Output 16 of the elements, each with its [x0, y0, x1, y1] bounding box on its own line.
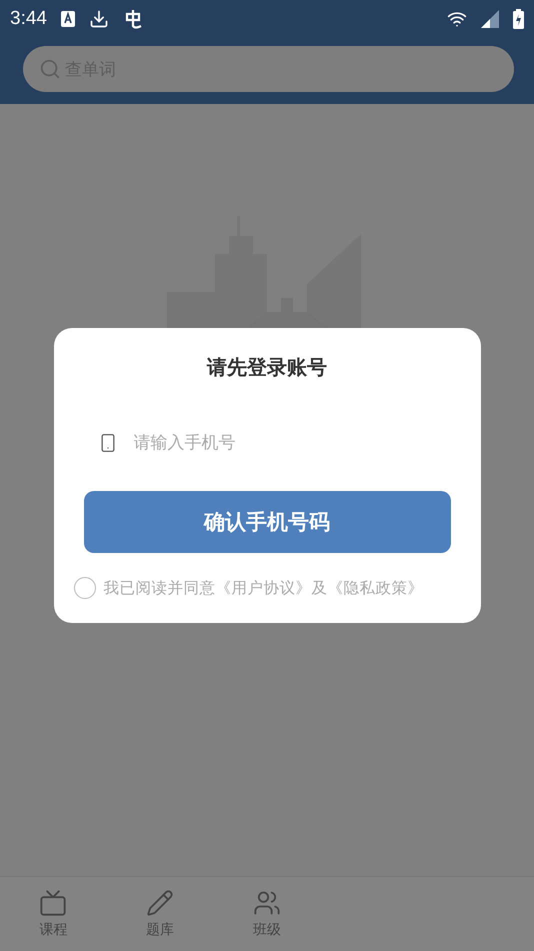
- tab-bar-item[interactable]: 题库: [106, 877, 214, 951]
- confirm-phone-button[interactable]: 确认手机号码: [84, 491, 450, 553]
- agreement-radio[interactable]: [74, 577, 96, 599]
- battery-icon: [513, 8, 524, 28]
- download-icon: [88, 8, 109, 28]
- tv-icon: [39, 889, 68, 917]
- pencil-icon: [146, 889, 174, 917]
- status-time: 3:44: [10, 8, 47, 30]
- dialog-title: 请先登录账号: [207, 354, 327, 381]
- search-icon: [39, 58, 61, 80]
- tab-bar-item[interactable]: 班级: [214, 877, 320, 951]
- users-icon: [252, 889, 281, 917]
- agreement-text: 我已阅读并同意《用户协议》及《隐私政策》: [104, 578, 424, 598]
- keyboard-icon: [60, 10, 75, 26]
- tab-bar-item[interactable]: 课程: [0, 877, 107, 951]
- signal-icon: [481, 10, 499, 28]
